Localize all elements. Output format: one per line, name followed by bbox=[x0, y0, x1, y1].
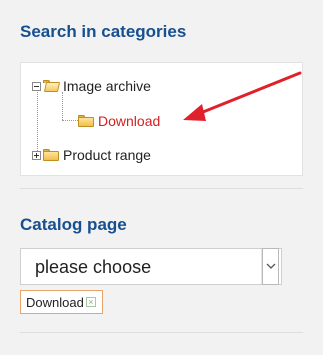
category-panel: Search in categories Image archive Downl… bbox=[0, 0, 323, 355]
tag-label: Download bbox=[26, 294, 84, 310]
catalog-page-select[interactable]: please choose ▿ bbox=[20, 248, 282, 285]
selected-tag: Download × bbox=[20, 290, 103, 314]
dropdown-button[interactable] bbox=[262, 248, 279, 285]
divider bbox=[20, 188, 303, 189]
select-value: please choose bbox=[35, 257, 152, 277]
chevron-down-icon bbox=[266, 263, 276, 269]
remove-tag-icon[interactable]: × bbox=[85, 297, 96, 307]
divider bbox=[20, 332, 303, 333]
catalog-page-title: Catalog page bbox=[20, 215, 127, 234]
